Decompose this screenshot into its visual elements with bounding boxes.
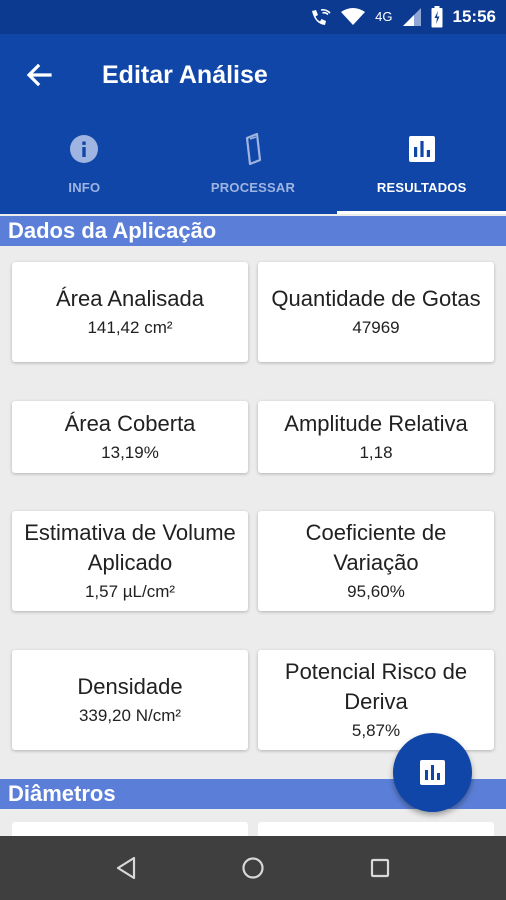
result-card: Área Coberta 13,19% xyxy=(12,401,248,473)
chart-fab-button[interactable] xyxy=(393,733,472,812)
result-card: Estimativa de Volume Aplicado 1,57 µL/cm… xyxy=(12,511,248,611)
card-icon xyxy=(245,132,262,166)
card-value: 1,57 µL/cm² xyxy=(84,582,176,601)
partial-card xyxy=(258,822,494,836)
tab-resultados-label: RESULTADOS xyxy=(376,180,467,195)
tab-info[interactable]: INFO xyxy=(0,126,169,214)
card-value: 95,60% xyxy=(347,582,405,601)
result-card: Potencial Risco de Deriva 5,87% xyxy=(258,650,494,750)
result-card: Quantidade de Gotas 47969 xyxy=(258,262,494,362)
card-label: Área Coberta xyxy=(64,411,196,436)
result-card: Amplitude Relativa 1,18 xyxy=(258,401,494,473)
card-value: 5,87% xyxy=(351,721,401,740)
card-label: Potencial Risco de Deriva xyxy=(284,659,468,714)
wifi-icon xyxy=(341,8,366,25)
card-label: Estimativa de Volume Aplicado xyxy=(24,520,236,575)
home-circle-icon[interactable] xyxy=(238,853,268,883)
bar-chart-icon xyxy=(408,136,435,162)
bar-chart-icon xyxy=(420,760,445,785)
status-bar: 4G 15:56 xyxy=(0,0,506,34)
partial-card xyxy=(12,822,248,836)
result-card: Área Analisada 141,42 cm² xyxy=(12,262,248,362)
card-label: Amplitude Relativa xyxy=(284,411,468,436)
signal-icon xyxy=(402,8,421,26)
info-icon xyxy=(70,135,99,163)
card-value: 47969 xyxy=(352,318,400,337)
tab-info-label: INFO xyxy=(68,180,101,195)
tab-bar: INFO PROCESSAR RESULTADOS xyxy=(0,126,506,214)
card-value: 339,20 N/cm² xyxy=(78,706,182,725)
network-type-label: 4G xyxy=(375,9,393,24)
card-label: Coeficiente de Variação xyxy=(305,520,447,575)
card-label: Quantidade de Gotas xyxy=(271,286,481,311)
card-label: Área Analisada xyxy=(56,286,204,311)
arrow-back-icon[interactable] xyxy=(22,58,56,92)
tab-processar[interactable]: PROCESSAR xyxy=(169,126,338,214)
page-title: Editar Análise xyxy=(102,61,268,89)
recents-square-icon[interactable] xyxy=(365,853,395,883)
card-value: 13,19% xyxy=(101,443,159,462)
card-value: 1,18 xyxy=(359,443,393,462)
wifi-call-icon xyxy=(312,9,331,25)
battery-icon xyxy=(431,6,443,28)
system-nav-bar xyxy=(0,836,506,900)
back-triangle-icon[interactable] xyxy=(112,853,142,883)
result-card: Coeficiente de Variação 95,60% xyxy=(258,511,494,611)
card-label: Densidade xyxy=(77,674,183,699)
app-bar: Editar Análise INFO PROCESSAR RESULTADOS xyxy=(0,34,506,214)
tab-resultados[interactable]: RESULTADOS xyxy=(337,126,506,214)
section-header-dados: Dados da Aplicação xyxy=(0,216,506,246)
status-time: 15:56 xyxy=(452,7,496,26)
card-value: 141,42 cm² xyxy=(87,318,173,337)
tab-processar-label: PROCESSAR xyxy=(210,180,296,195)
result-card: Densidade 339,20 N/cm² xyxy=(12,650,248,750)
